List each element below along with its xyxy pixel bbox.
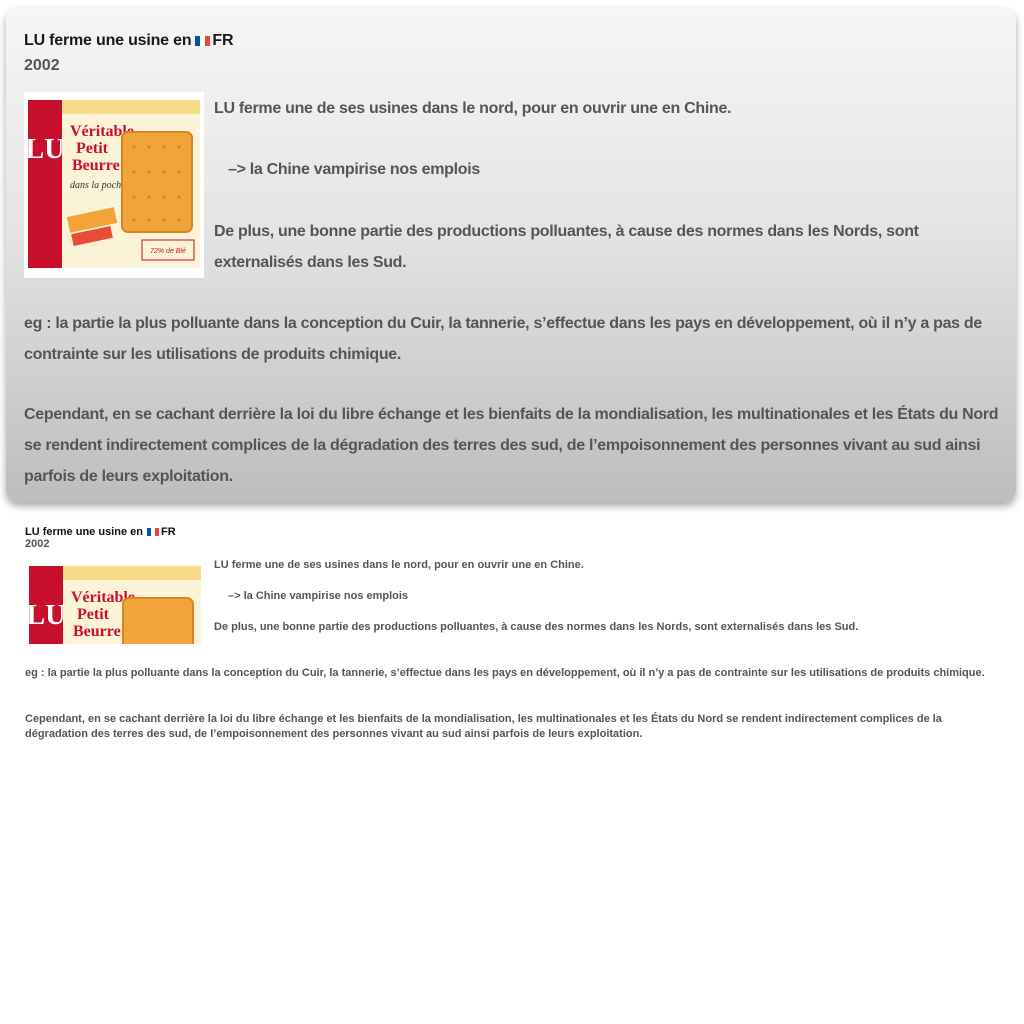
paragraph-factory-closing-plain: LU ferme une de ses usines dans le nord,… [214, 559, 584, 571]
post-title-plain: LU ferme une usine en FR [25, 526, 176, 538]
paragraph-conclusion-plain: Cependant, en se cachant derrière la loi… [25, 713, 942, 740]
france-flag-icon [146, 528, 159, 536]
post-plain-copy: LU ferme une usine en FR 2002 LU Véritabl… [0, 0, 1024, 1024]
svg-text:Petit: Petit [77, 606, 110, 623]
svg-text:Beurre: Beurre [73, 623, 121, 640]
paragraph-china-jobs-plain: –> la Chine vampirise nos emplois [228, 590, 409, 602]
post-year-plain: 2002 [25, 538, 50, 550]
paragraph-polluting-production-plain: De plus, une bonne partie des production… [214, 621, 859, 633]
lu-petit-beurre-image-plain: LU Véritable Petit Beurre dans la poche [25, 558, 205, 644]
paragraph-leather-example-plain: eg : la partie la plus polluante dans la… [25, 667, 985, 679]
svg-text:LU: LU [27, 600, 66, 631]
product-box-illustration-plain: LU Véritable Petit Beurre dans la poche [25, 558, 205, 644]
